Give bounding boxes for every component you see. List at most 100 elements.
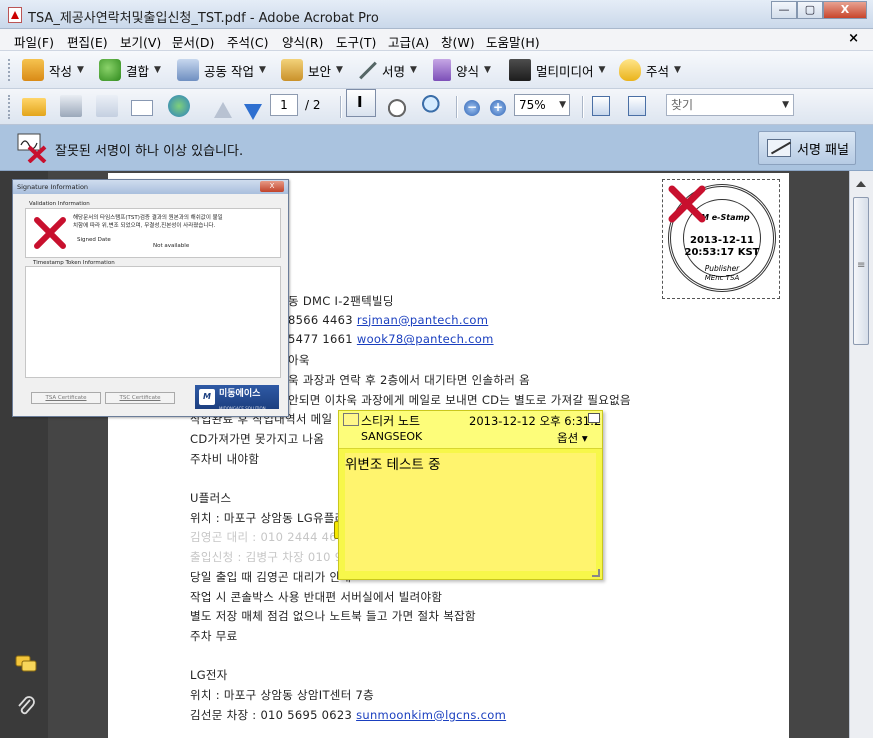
maximize-button[interactable]: ▢ <box>797 1 823 19</box>
window-controls: — ▢ X <box>771 1 867 19</box>
fit-page-icon <box>592 96 610 116</box>
email-link[interactable]: wook78@pantech.com <box>357 332 494 346</box>
minimize-button[interactable]: — <box>771 1 797 19</box>
sticky-note-popup[interactable]: 스티커 노트 2013-12-12 오후 6:31:2 SANGSEOK 옵션 … <box>338 410 603 580</box>
chevron-down-icon: ▼ <box>410 65 417 75</box>
find-input[interactable]: 찾기 ▼ <box>666 94 794 116</box>
create-label: 작성 <box>49 63 73 79</box>
comment-label: 주석 <box>646 63 670 79</box>
secure-button[interactable]: 보안 ▼ <box>281 59 343 81</box>
previous-page-button[interactable] <box>214 99 232 121</box>
document-line-text: 8566 4463 <box>288 312 357 327</box>
document-line-text: 욱 과장과 연락 후 2층에서 대기타면 인솔하러 옴 <box>288 372 531 387</box>
document-line-text: 당일 출입 때 김영곤 대리가 안내 <box>190 569 352 584</box>
web-button[interactable] <box>168 95 190 117</box>
document-line: 위치 : 마포구 상암동 상암IT센터 7층 <box>190 687 374 703</box>
print-button[interactable] <box>60 95 82 117</box>
document-line: 8566 4463 rsjman@pantech.com <box>288 313 488 327</box>
signature-message-bar: 잘못된 서명이 하나 이상 있습니다. 서명 패널 <box>0 125 873 171</box>
forms-button[interactable]: 양식 ▼ <box>433 59 491 81</box>
sticky-note-close-button[interactable] <box>588 413 600 423</box>
menu-forms[interactable]: 양식(R) <box>282 32 323 51</box>
acrobat-app-icon[interactable] <box>8 7 22 23</box>
zoom-out-button[interactable]: − <box>464 95 480 117</box>
sticky-note-header[interactable]: 스티커 노트 2013-12-12 오후 6:31:2 SANGSEOK 옵션 … <box>339 411 602 449</box>
chevron-down-icon: ▼ <box>598 65 606 75</box>
marquee-zoom-button[interactable] <box>422 95 444 117</box>
document-line: 5477 1661 wook78@pantech.com <box>288 332 494 346</box>
close-document-button[interactable]: × <box>848 31 859 46</box>
collaborate-button[interactable]: 공동 작업 ▼ <box>177 59 266 81</box>
forms-label: 양식 <box>456 63 480 79</box>
page-number-input[interactable]: 1 <box>270 94 298 116</box>
document-line-text: 안되면 이차욱 과장에게 메일로 보내면 CD는 별도로 가져갈 필요없음 <box>288 392 631 407</box>
vertical-scrollbar[interactable] <box>849 171 873 738</box>
menu-edit[interactable]: 편집(E) <box>67 32 108 51</box>
document-line-text: 위치 : 마포구 상암동 상암IT센터 7층 <box>190 688 375 702</box>
menu-advanced[interactable]: 고급(A) <box>388 32 429 51</box>
menu-view[interactable]: 보기(V) <box>120 32 161 51</box>
toolbar-separator <box>340 96 341 118</box>
menu-document[interactable]: 문서(D) <box>172 32 214 51</box>
sign-label: 서명 <box>382 63 406 79</box>
create-button[interactable]: 작성 ▼ <box>22 59 84 81</box>
menu-comments[interactable]: 주석(C) <box>227 32 268 51</box>
forms-icon <box>433 59 451 81</box>
signature-panel-button[interactable]: 서명 패널 <box>758 131 856 165</box>
email-button[interactable] <box>131 95 153 117</box>
open-button[interactable] <box>22 95 46 117</box>
paperclip-icon[interactable] <box>15 695 37 717</box>
zoom-level-select[interactable]: 75% ▼ <box>514 94 570 116</box>
sticky-note-body[interactable]: 위변조 테스트 중 <box>345 453 596 571</box>
save-icon <box>96 95 118 117</box>
comments-icon[interactable] <box>15 655 37 673</box>
timestamp-stamp[interactable]: M e-Stamp 2013-12-11 20:53:17 KST Publis… <box>662 179 780 299</box>
chevron-down-icon: ▼ <box>674 65 681 75</box>
dialog-close-button[interactable]: X <box>260 181 284 192</box>
find-placeholder: 찾기 <box>671 98 694 112</box>
hand-tool-button[interactable] <box>386 95 408 117</box>
menu-tools[interactable]: 도구(T) <box>336 32 376 51</box>
document-line: 별도 저장 매체 점검 없으나 노트북 들고 가면 절차 복잡함 <box>190 608 476 624</box>
multimedia-button[interactable]: 멀티미디어 ▼ <box>509 59 605 81</box>
combine-button[interactable]: 결합 ▼ <box>99 59 161 81</box>
menu-window[interactable]: 창(W) <box>441 32 475 51</box>
scrollbar-thumb[interactable] <box>853 197 869 345</box>
resize-handle[interactable] <box>592 569 600 577</box>
save-button[interactable] <box>96 95 118 117</box>
signature-warning-text: 잘못된 서명이 하나 이상 있습니다. <box>55 144 244 159</box>
document-line: 작업 시 콘솔박스 사용 반대편 서버실에서 빌려야함 <box>190 589 442 605</box>
sticky-note-date: 2013-12-12 오후 6:31:2 <box>469 414 602 428</box>
email-link[interactable]: sunmoonkim@lgcns.com <box>356 708 506 722</box>
signature-info-dialog: Signature Information X Validation Infor… <box>12 179 289 417</box>
chevron-down-icon: ▼ <box>559 100 566 110</box>
document-line-text: 김영곤 대리 : 010 2444 4677 <box>190 530 357 545</box>
arrow-down-icon <box>244 104 262 120</box>
email-link[interactable]: rsjman@pantech.com <box>357 313 488 327</box>
document-line-text: CD가져가면 못가지고 나옴 <box>190 431 325 446</box>
scroll-up-icon[interactable] <box>856 181 866 187</box>
hand-icon <box>386 95 408 117</box>
validation-failed-icon <box>34 217 66 249</box>
sticky-note-options-button[interactable]: 옵션 ▾ <box>557 430 588 446</box>
toolbar-grip[interactable] <box>8 95 12 119</box>
menu-file[interactable]: 파일(F) <box>14 32 54 51</box>
window-title: TSA_제공사연락처및출입신청_TST.pdf - Adobe Acrobat … <box>28 11 379 26</box>
chevron-down-icon[interactable]: ▼ <box>782 95 789 115</box>
select-tool-button[interactable] <box>346 89 376 117</box>
fit-page-button[interactable] <box>592 95 610 117</box>
close-window-button[interactable]: X <box>823 1 867 19</box>
sign-button[interactable]: 서명 ▼ <box>355 59 417 81</box>
comment-button[interactable]: 주석 ▼ <box>619 59 681 81</box>
next-page-button[interactable] <box>244 101 262 123</box>
menu-help[interactable]: 도움말(H) <box>486 32 540 51</box>
tsc-certificate-button[interactable]: TSC Certificate <box>105 392 175 404</box>
dialog-title: Signature Information <box>13 180 288 194</box>
tsa-certificate-button[interactable]: TSA Certificate <box>31 392 101 404</box>
vendor-logo-text: 미동에이스 <box>219 389 261 399</box>
toolbar-grip[interactable] <box>8 59 12 81</box>
zoom-in-button[interactable]: + <box>490 95 506 117</box>
fit-width-button[interactable] <box>628 95 646 117</box>
document-line-text: 김선문 차장 : 010 5695 0623 <box>190 707 357 722</box>
signature-pen-icon <box>767 139 791 157</box>
